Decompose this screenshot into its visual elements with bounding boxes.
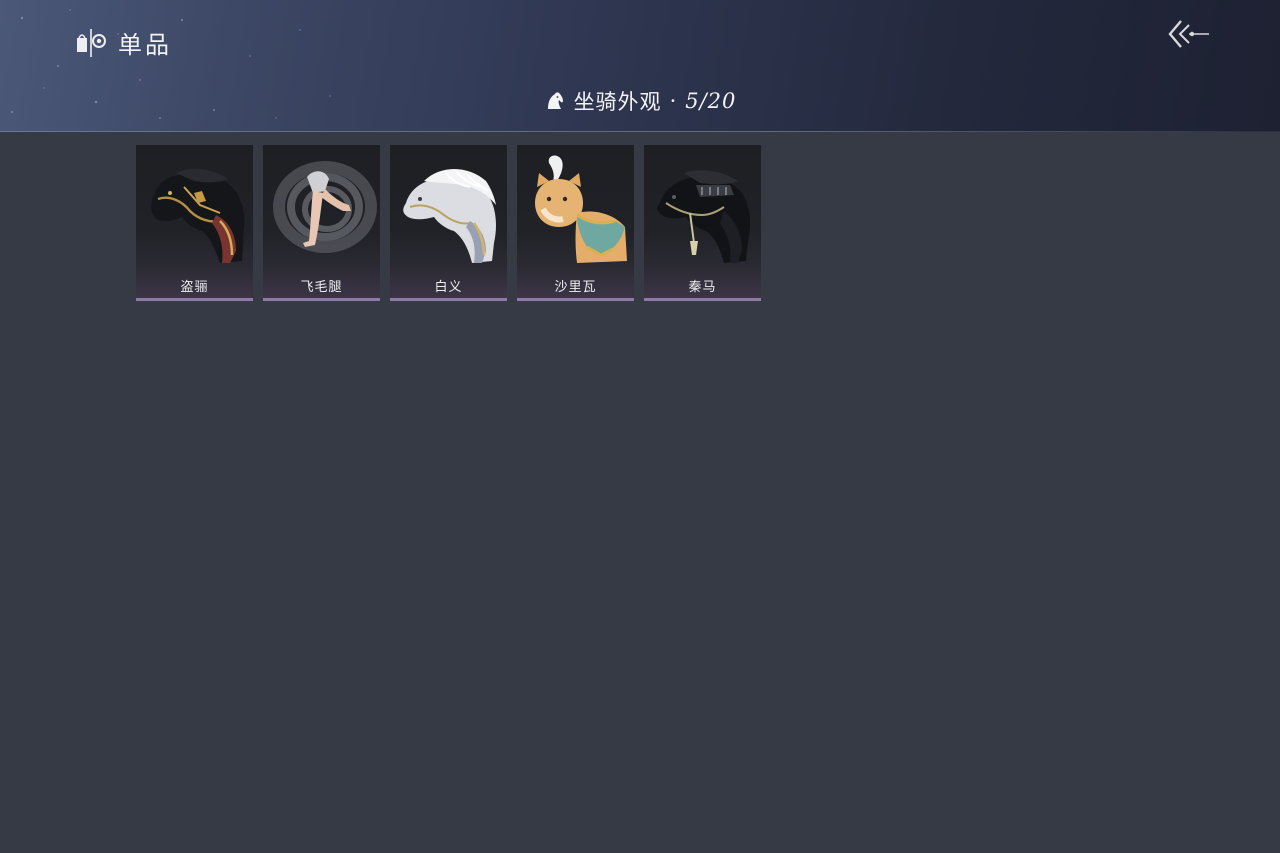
back-button[interactable]	[1166, 18, 1212, 52]
horse-head-icon	[547, 92, 563, 109]
collection-count: 5/20	[685, 89, 737, 113]
brand: 单品	[74, 24, 172, 60]
mount-card-baiyi[interactable]: 白义	[390, 145, 507, 301]
mount-grid: 盗骊 飞毛腿 白义 沙里瓦 秦马	[136, 145, 761, 301]
dark-armored-horse-image	[151, 168, 245, 263]
mount-name: 沙里瓦	[554, 280, 597, 295]
double-chevron-left-icon	[1168, 20, 1209, 48]
section-separator: ·	[669, 89, 678, 113]
white-armored-horse-image	[403, 169, 496, 263]
header-bar: 单品 坐骑外观 · 5/20	[0, 0, 1280, 132]
mount-name: 白义	[434, 280, 463, 295]
mount-name: 盗骊	[180, 280, 209, 295]
orange-cat-mount-image	[535, 155, 627, 263]
mount-name: 秦马	[688, 280, 717, 295]
spinning-legs-image	[273, 161, 377, 253]
mount-name: 飞毛腿	[300, 280, 343, 295]
mount-card-shaliwa[interactable]: 沙里瓦	[517, 145, 634, 301]
mount-card-qinma[interactable]: 秦马	[644, 145, 761, 301]
black-armored-horse-image	[657, 170, 750, 263]
section-name: 坐骑外观	[573, 90, 662, 114]
page-title: 单品	[118, 30, 172, 59]
bag-eye-icon	[77, 29, 106, 57]
section-heading: 坐骑外观 · 5/20	[0, 84, 1280, 118]
mount-card-feimaotui[interactable]: 飞毛腿	[263, 145, 380, 301]
mount-card-daoli[interactable]: 盗骊	[136, 145, 253, 301]
